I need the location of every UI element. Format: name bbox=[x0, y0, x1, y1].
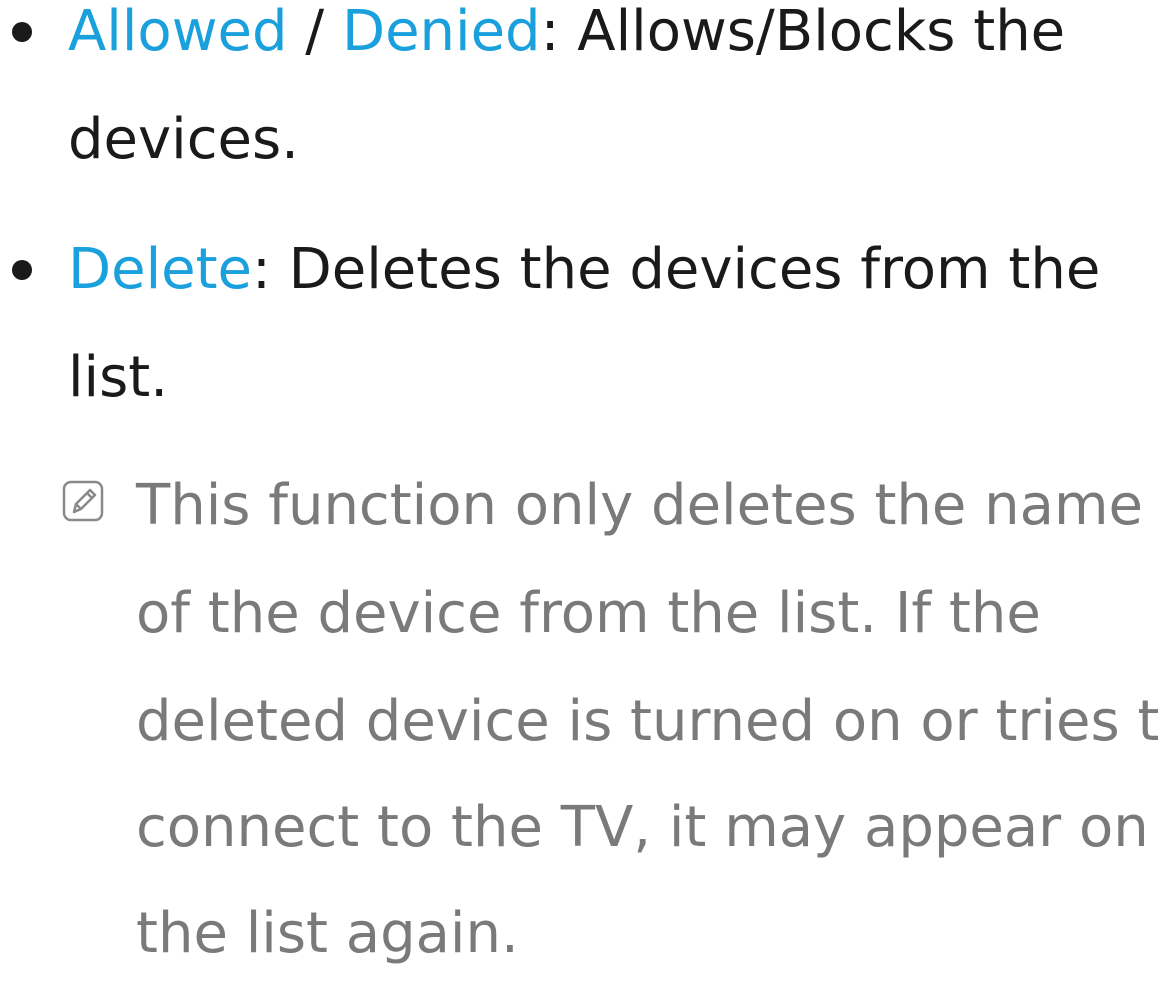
description-text: Allows/Blocks the bbox=[559, 0, 1066, 64]
colon: : bbox=[540, 0, 560, 64]
keyword-allowed[interactable]: Allowed bbox=[68, 0, 288, 64]
keyword-delete[interactable]: Delete bbox=[68, 237, 252, 302]
description-text: list. bbox=[68, 345, 169, 410]
separator: / bbox=[287, 0, 342, 64]
bullet-dot bbox=[12, 22, 32, 42]
note-line-4: connect to the TV, it may appear on bbox=[136, 795, 1149, 860]
note-line-1: This function only deletes the name bbox=[136, 473, 1143, 538]
note-line-3: deleted device is turned on or tries to bbox=[136, 689, 1158, 754]
note-line-2: of the device from the list. If the bbox=[136, 581, 1041, 646]
manual-page: Allowed / Denied: Allows/Blocks the devi… bbox=[0, 0, 1158, 966]
bullet-line-1: Delete: Deletes the devices from the bbox=[68, 216, 1100, 324]
bullet-line-2: list. bbox=[68, 324, 168, 432]
note-pencil-icon bbox=[62, 480, 104, 522]
colon: : bbox=[252, 237, 271, 302]
description-text: devices. bbox=[68, 107, 299, 172]
bullet-dot bbox=[12, 260, 32, 280]
bullet-line-1: Allowed / Denied: Allows/Blocks the bbox=[68, 0, 1065, 86]
description-text: Deletes the devices from the bbox=[270, 237, 1101, 302]
keyword-denied[interactable]: Denied bbox=[342, 0, 541, 64]
note-line-5: the list again. bbox=[136, 901, 519, 966]
bullet-line-2: devices. bbox=[68, 86, 299, 194]
